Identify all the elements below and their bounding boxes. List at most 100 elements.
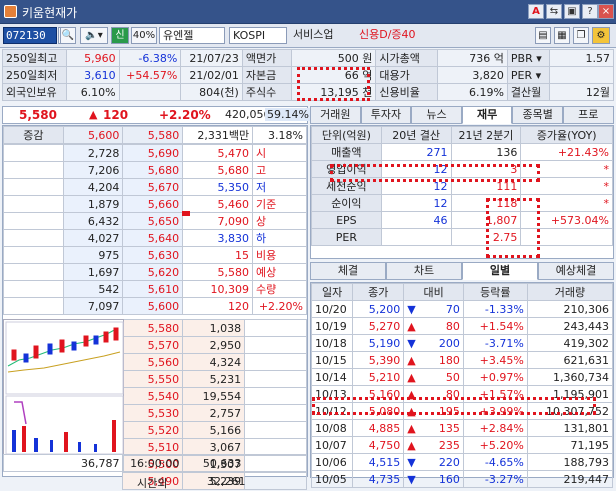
rate: +1.54% <box>462 317 528 335</box>
ask-row[interactable]: 542 5,610 10,309 수량 <box>3 280 308 298</box>
change: ▲ 235 <box>403 436 464 454</box>
tab-toptabs-2[interactable]: 뉴스 <box>411 106 462 124</box>
stock-code-input[interactable]: 072130 <box>3 27 57 44</box>
daily-row[interactable]: 10/08 4,885 ▲ 135 +2.84% 131,801 <box>310 419 614 437</box>
grid-icon[interactable]: ▦ <box>554 27 570 44</box>
ask-row[interactable]: 4,204 5,670 5,350 저 <box>3 178 308 196</box>
tab-bottabs-0[interactable]: 체결 <box>310 262 386 280</box>
bid-price[interactable]: 5,530 <box>122 404 184 422</box>
value: 21/07/23 <box>180 49 243 67</box>
down-arrow-icon: ▼ <box>407 472 416 486</box>
rate: +0.97% <box>462 368 528 386</box>
ask-total: 36,787 <box>3 454 124 472</box>
tab-bottabs-1[interactable]: 차트 <box>386 262 462 280</box>
a-button[interactable]: A <box>528 4 544 19</box>
tab-toptabs-4[interactable]: 종목별 <box>512 106 563 124</box>
bid-price[interactable]: 5,510 <box>122 438 184 456</box>
tab-toptabs-5[interactable]: 프로 <box>563 106 614 124</box>
ask-row[interactable]: 1,697 5,620 5,580 예상 <box>3 263 308 281</box>
ask-price[interactable]: 5,670 <box>122 178 184 196</box>
ask-row[interactable]: 975 5,630 15 비용 <box>3 246 308 264</box>
daily-row[interactable]: 10/18 5,190 ▼ 200 -3.71% 419,302 <box>310 334 614 352</box>
label: 250일최고 <box>2 49 67 67</box>
pin-icon[interactable]: ▣ <box>564 4 580 19</box>
rate: -1.33% <box>462 300 528 318</box>
daily-row[interactable]: 10/05 4,735 ▼ 160 -3.27% 219,447 <box>310 470 614 488</box>
orderbook-foot: 36,787 16:00:00 50,633 <box>3 454 307 472</box>
value: +573.04% <box>520 211 613 229</box>
fin-row: 매출액 271 136 +21.43% <box>311 143 613 161</box>
change-value: 195 <box>438 404 460 418</box>
ask-row[interactable]: 7,097 5,600 120 +2.20% <box>3 297 308 315</box>
mini-chart-svg <box>5 321 124 455</box>
orderbook-panel: 증감 5,600 5,580 2,331백만 3.18% 2,728 5,690 5… <box>2 125 308 490</box>
info-key: 상 <box>251 212 308 230</box>
ask-price[interactable]: 5,680 <box>122 161 184 179</box>
daily-row[interactable]: 10/07 4,750 ▲ 235 +5.20% 71,195 <box>310 436 614 454</box>
search-icon[interactable]: 🔍 <box>60 27 76 44</box>
bid-price[interactable]: 5,540 <box>122 387 184 405</box>
ask-price[interactable]: 5,660 <box>122 195 184 213</box>
change: ▼ 70 <box>403 300 464 318</box>
ask-price[interactable]: 5,610 <box>122 280 184 298</box>
bid-price[interactable]: 5,520 <box>122 421 184 439</box>
up-arrow-icon: ▲ <box>407 370 416 384</box>
close: 5,160 <box>352 385 405 403</box>
value: 3,820 <box>436 66 508 84</box>
label[interactable]: PBR ▾ <box>506 49 551 67</box>
ask-row[interactable]: 7,206 5,680 5,680 고 <box>3 161 308 179</box>
daily-row[interactable]: 10/19 5,270 ▲ 80 +1.54% 243,443 <box>310 317 614 335</box>
label: 주식수 <box>241 83 292 101</box>
ask-price[interactable]: 5,690 <box>122 144 184 162</box>
daily-row[interactable]: 10/20 5,200 ▼ 70 -1.33% 210,306 <box>310 300 614 318</box>
label: 신용비율 <box>375 83 438 101</box>
daily-row[interactable]: 10/14 5,210 ▲ 50 +0.97% 1,360,734 <box>310 368 614 386</box>
bid-price[interactable]: 5,580 <box>122 319 184 337</box>
daily-row[interactable]: 10/15 5,390 ▲ 180 +3.45% 621,631 <box>310 351 614 369</box>
info-key: +2.20% <box>251 297 308 315</box>
ask-row[interactable]: 2,728 5,690 5,470 시 <box>3 144 308 162</box>
document-icon[interactable]: ▤ <box>535 27 551 44</box>
link-icon[interactable]: ⇆ <box>546 4 562 19</box>
tab-toptabs-1[interactable]: 투자자 <box>360 106 412 124</box>
credit-button[interactable]: 신 <box>111 27 129 44</box>
help-icon[interactable]: ? <box>582 4 598 19</box>
blank <box>3 178 64 196</box>
ask-price[interactable]: 5,620 <box>122 263 184 281</box>
ask-qty: 4,204 <box>62 178 124 196</box>
info-key: 고 <box>251 161 308 179</box>
tab-toptabs-0[interactable]: 거래원 <box>310 106 361 124</box>
value: 736 억 <box>436 49 508 67</box>
ask-price[interactable]: 5,650 <box>122 212 184 230</box>
quote-bar: 5,580 ▲ 120 +2.20% 420,056 59.14% <box>2 106 311 124</box>
copy-icon[interactable]: ❐ <box>573 27 589 44</box>
price-change: 120 <box>103 108 129 122</box>
close: 4,515 <box>352 453 405 471</box>
ask-row[interactable]: 1,879 5,660 5,460 기준 <box>3 195 308 213</box>
ask-price[interactable]: 5,640 <box>122 229 184 247</box>
blank <box>3 212 64 230</box>
label[interactable]: PER ▾ <box>506 66 551 84</box>
bid-price[interactable]: 5,560 <box>122 353 184 371</box>
tab-bottabs-2[interactable]: 일별 <box>462 262 538 280</box>
change: ▼ 160 <box>403 470 464 488</box>
bid-qty: 1,038 <box>182 319 246 337</box>
ask-price[interactable]: 5,630 <box>122 246 184 264</box>
daily-row[interactable]: 10/13 5,160 ▲ 80 +1.57% 1,195,901 <box>310 385 614 403</box>
ask-price[interactable]: 5,600 <box>122 297 184 315</box>
tab-bottabs-3[interactable]: 예상체결 <box>538 262 614 280</box>
tab-toptabs-3[interactable]: 재무 <box>461 106 513 124</box>
label: 증감 <box>3 126 64 144</box>
close-icon[interactable]: × <box>598 4 614 19</box>
ask-row[interactable]: 4,027 5,640 3,830 하 <box>3 229 308 247</box>
bid-price[interactable]: 5,550 <box>122 370 184 388</box>
daily-row[interactable]: 10/12 5,080 ▲ 195 +3.99% 10,307,752 <box>310 402 614 420</box>
ask-qty: 975 <box>62 246 124 264</box>
fin-row: 순이익 12 118 * <box>311 194 613 212</box>
ask-row[interactable]: 6,432 5,650 7,090 상 <box>3 212 308 230</box>
rate: +3.45% <box>462 351 528 369</box>
bid-price[interactable]: 5,570 <box>122 336 184 354</box>
daily-row[interactable]: 10/06 4,515 ▼ 220 -4.65% 188,793 <box>310 453 614 471</box>
speaker-icon[interactable]: 🔈▾ <box>80 27 108 44</box>
gear-icon[interactable]: ⚙ <box>592 27 610 44</box>
